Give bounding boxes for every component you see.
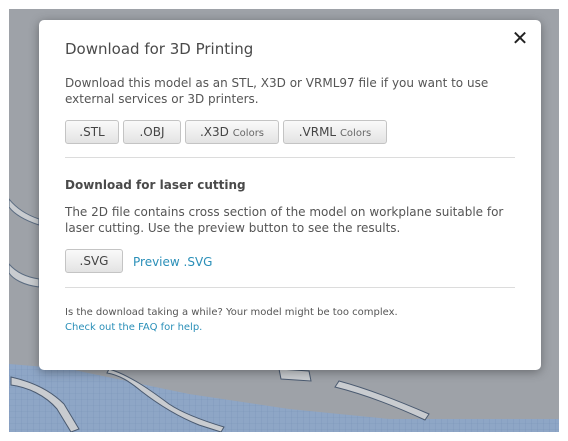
obj-button-label: .OBJ <box>139 125 165 139</box>
vrml-colors-button[interactable]: .VRML Colors <box>283 120 387 144</box>
stl-button-label: .STL <box>79 125 105 139</box>
modal-title: Download for 3D Printing <box>65 40 254 58</box>
obj-button[interactable]: .OBJ <box>123 120 181 144</box>
svg-button[interactable]: .SVG <box>65 249 123 273</box>
x3d-colors-button[interactable]: .X3D Colors <box>185 120 279 144</box>
close-icon[interactable]: ✕ <box>510 28 530 48</box>
vrml-button-label: .VRML <box>298 125 337 139</box>
divider <box>65 157 515 158</box>
preview-svg-link[interactable]: Preview .SVG <box>133 255 212 269</box>
vrml-button-sublabel: Colors <box>339 128 372 139</box>
footer-note: Is the download taking a while? Your mod… <box>65 307 398 318</box>
svg-button-label: .SVG <box>79 254 109 268</box>
laser-section-title: Download for laser cutting <box>65 178 246 192</box>
stl-button[interactable]: .STL <box>65 120 119 144</box>
faq-link[interactable]: Check out the FAQ for help. <box>65 322 202 333</box>
divider <box>65 287 515 288</box>
download-modal: ✕ Download for 3D Printing Download this… <box>39 20 541 370</box>
x3d-button-label: .X3D <box>199 125 229 139</box>
x3d-button-sublabel: Colors <box>232 128 265 139</box>
laser-description: The 2D file contains cross section of th… <box>65 205 504 235</box>
download-3d-description: Download this model as an STL, X3D or VR… <box>65 76 489 106</box>
